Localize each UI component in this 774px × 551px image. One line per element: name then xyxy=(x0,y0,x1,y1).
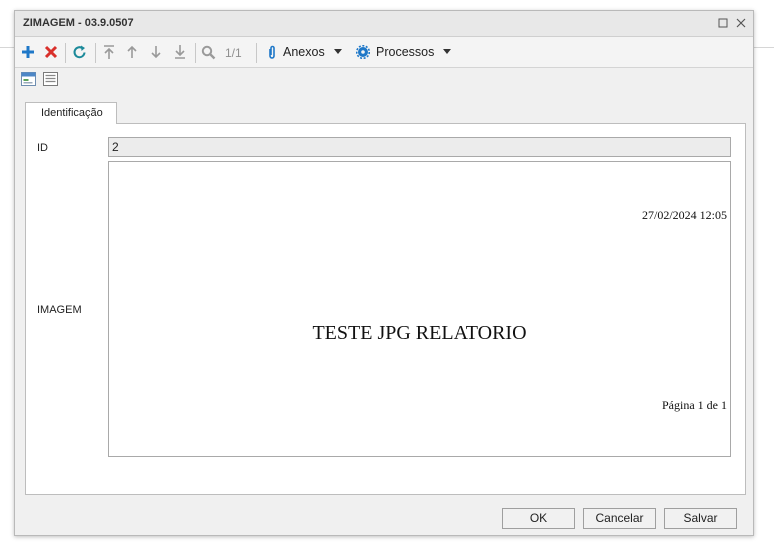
id-value: 2 xyxy=(112,140,119,154)
toolbar-separator xyxy=(65,43,66,63)
maximize-icon[interactable] xyxy=(715,15,731,31)
dialog-window: ZIMAGEM - 03.9.0507 1/1 Anexos Processos… xyxy=(14,10,754,536)
add-icon[interactable] xyxy=(21,43,35,61)
delete-icon[interactable] xyxy=(44,43,58,61)
title-bar: ZIMAGEM - 03.9.0507 xyxy=(15,11,753,37)
previous-record-icon[interactable] xyxy=(125,43,139,61)
refresh-icon[interactable] xyxy=(72,43,87,61)
image-label: IMAGEM xyxy=(37,304,82,316)
save-button[interactable]: Salvar xyxy=(664,508,737,529)
page-count: 1/1 xyxy=(225,46,242,60)
grid-view-icon[interactable] xyxy=(43,72,58,89)
view-switcher xyxy=(15,68,753,90)
image-title-text: TESTE JPG RELATORIO xyxy=(312,322,527,344)
tab-label: Identificação xyxy=(41,107,103,119)
window-title: ZIMAGEM - 03.9.0507 xyxy=(23,17,134,29)
cancel-button[interactable]: Cancelar xyxy=(583,508,656,529)
image-field[interactable]: 27/02/2024 12:05 TESTE JPG RELATORIO Pág… xyxy=(108,161,731,457)
caret-down-icon xyxy=(443,49,452,54)
toolbar-separator xyxy=(95,43,96,63)
id-label: ID xyxy=(37,142,48,154)
ok-button[interactable]: OK xyxy=(502,508,575,529)
image-date-text: 27/02/2024 12:05 xyxy=(641,208,727,222)
search-icon[interactable] xyxy=(201,43,216,61)
close-icon[interactable] xyxy=(733,15,749,31)
last-record-icon[interactable] xyxy=(173,43,187,61)
first-record-icon[interactable] xyxy=(102,43,116,61)
toolbar: 1/1 Anexos Processos xyxy=(15,37,753,68)
form-view-icon[interactable] xyxy=(21,72,36,89)
toolbar-separator xyxy=(256,43,257,63)
caret-down-icon xyxy=(333,49,342,54)
attachments-label: Anexos xyxy=(283,45,325,59)
toolbar-separator xyxy=(195,43,196,63)
paperclip-icon xyxy=(269,45,275,59)
gear-icon xyxy=(356,45,370,59)
image-page-text: Página 1 de 1 xyxy=(662,398,727,412)
id-field[interactable]: 2 xyxy=(108,137,731,157)
next-record-icon[interactable] xyxy=(149,43,163,61)
attachments-dropdown[interactable]: Anexos xyxy=(267,43,342,61)
processes-dropdown[interactable]: Processos xyxy=(356,43,452,61)
tab-identificacao[interactable]: Identificação xyxy=(25,102,117,124)
processes-label: Processos xyxy=(376,45,435,59)
